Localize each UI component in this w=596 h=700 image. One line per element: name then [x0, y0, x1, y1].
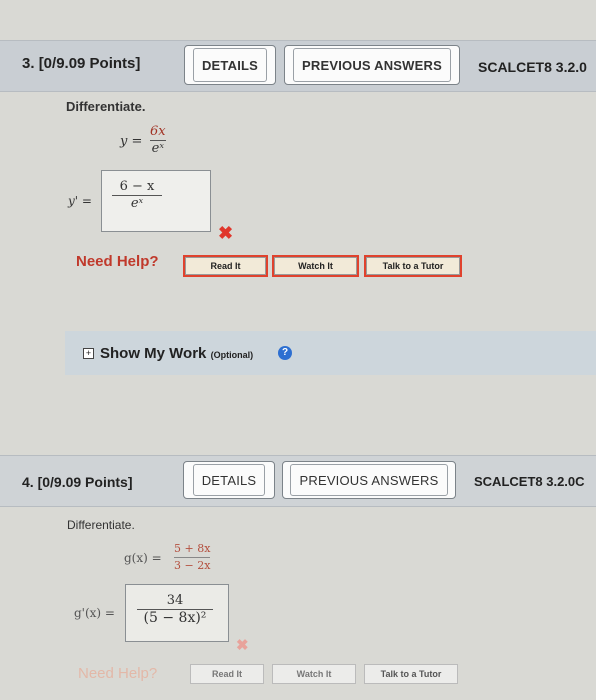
q4-answer-lhs: g'(x) = — [74, 606, 115, 620]
q3-incorrect-icon: ✖ — [218, 223, 234, 243]
expand-plus-icon[interactable]: + — [83, 348, 94, 359]
q3-talk-to-tutor-button[interactable]: Talk to a Tutor — [364, 255, 462, 277]
q3-answer-fraction: 6 − x eˣ — [112, 180, 162, 211]
show-my-work-label: Show My Work (Optional) — [100, 345, 254, 362]
help-question-icon[interactable]: ? — [278, 346, 292, 360]
q4-answer-fraction: 34 (5 − 8x)² — [137, 594, 213, 625]
q3-details-button[interactable]: DETAILS — [184, 45, 276, 85]
q4-incorrect-icon: ✖ — [236, 637, 249, 654]
q3-given-fraction: 6x eˣ — [150, 124, 166, 156]
q3-instruction: Differentiate. — [66, 99, 146, 114]
q3-given-lhs: y = — [120, 134, 143, 149]
q4-previous-answers-button[interactable]: PREVIOUS ANSWERS — [282, 461, 456, 499]
q4-watch-it-button[interactable]: Watch It — [272, 664, 356, 684]
q3-answer-lhs: y' = — [68, 194, 92, 208]
q3-points: 3. [0/9.09 Points] — [22, 55, 141, 72]
q4-talk-to-tutor-button[interactable]: Talk to a Tutor — [364, 664, 458, 684]
q4-details-button[interactable]: DETAILS — [183, 461, 275, 499]
q4-read-it-button[interactable]: Read It — [190, 664, 264, 684]
q3-need-help: Need Help? — [76, 253, 159, 270]
q4-need-help: Need Help? — [78, 665, 158, 682]
q3-watch-it-button[interactable]: Watch It — [272, 255, 359, 277]
q4-given-fraction: 5 + 8x 3 − 2x — [174, 542, 211, 572]
q3-textbook-code: SCALCET8 3.2.0 — [478, 59, 587, 75]
q4-textbook-code: SCALCET8 3.2.0C — [474, 474, 585, 489]
q3-previous-answers-button[interactable]: PREVIOUS ANSWERS — [284, 45, 460, 85]
q3-read-it-button[interactable]: Read It — [183, 255, 268, 277]
q4-points: 4. [0/9.09 Points] — [22, 474, 133, 490]
q4-instruction: Differentiate. — [67, 518, 135, 532]
q4-given-lhs: g(x) = — [124, 551, 162, 565]
